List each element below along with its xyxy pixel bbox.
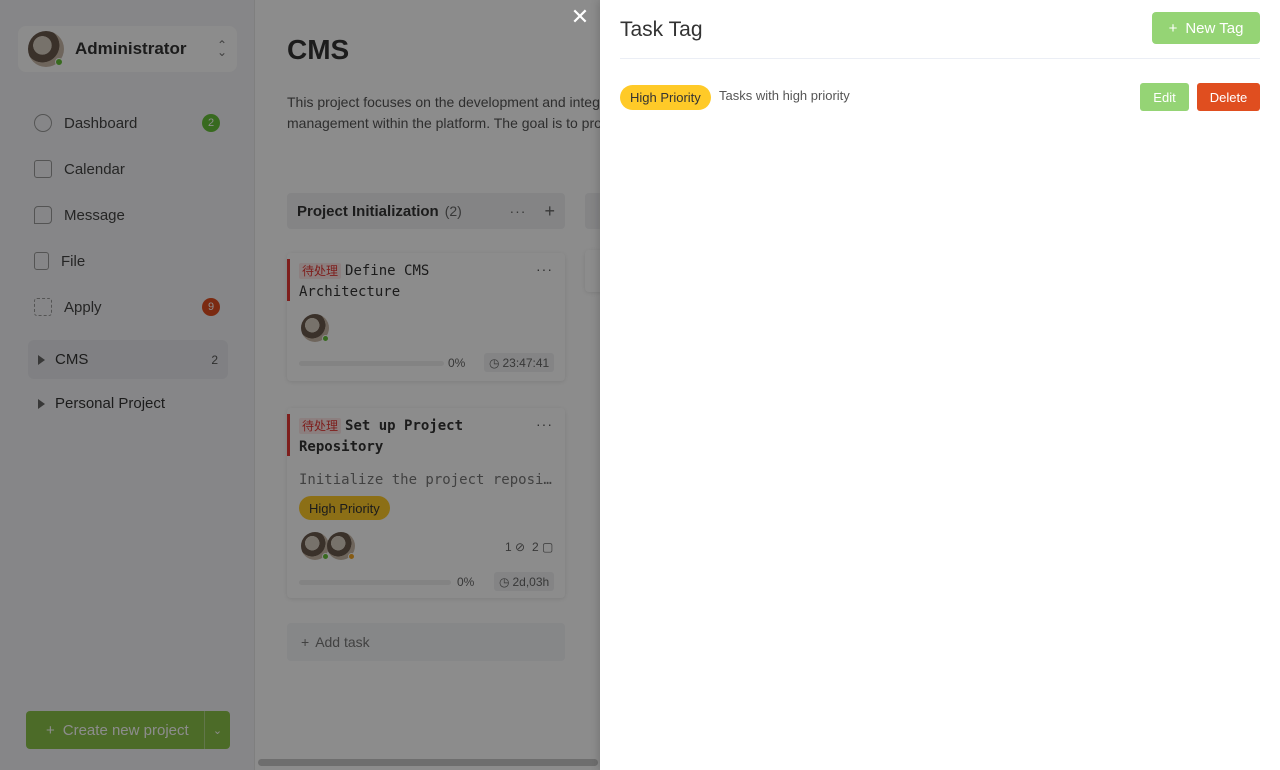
tag-description: Tasks with high priority (719, 88, 850, 103)
close-icon[interactable]: ✕ (570, 6, 590, 28)
task-tag-drawer: Task Tag + New Tag High Priority Tasks w… (600, 0, 1280, 770)
app-root: Administrator ⌃ ⌄ Dashboard 2 Calendar Me… (0, 0, 1280, 770)
new-tag-button[interactable]: + New Tag (1152, 12, 1260, 44)
delete-tag-button[interactable]: Delete (1197, 83, 1260, 111)
plus-icon: + (1168, 19, 1178, 37)
new-tag-label: New Tag (1185, 19, 1244, 37)
tag-row: High Priority Tasks with high priority E… (620, 83, 1260, 111)
edit-tag-button[interactable]: Edit (1140, 83, 1189, 111)
modal-backdrop[interactable] (0, 0, 600, 770)
tag-badge: High Priority (620, 85, 711, 110)
divider (620, 58, 1260, 59)
drawer-title: Task Tag (620, 18, 703, 41)
